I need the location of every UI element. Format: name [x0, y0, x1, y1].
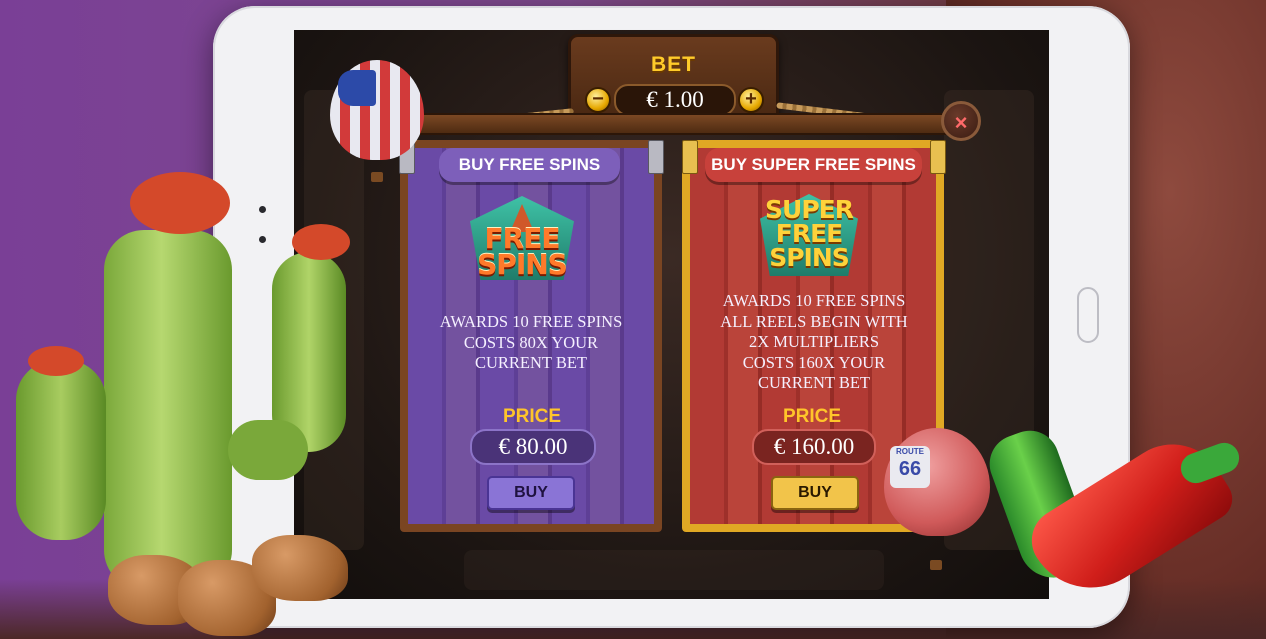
- tablet-home-button: [1077, 287, 1099, 343]
- bet-title: BET: [651, 53, 696, 76]
- desc-line: CURRENT BET: [475, 353, 587, 372]
- bet-sign: BET − € 1.00 +: [568, 34, 779, 120]
- buy-free-spins-title: BUY FREE SPINS: [439, 148, 620, 182]
- logo-text-spins: SPINS: [477, 248, 568, 281]
- desc-line: 2x MULTIPLIERS: [748, 332, 880, 351]
- desc-line: COSTS 160x YOUR: [742, 352, 886, 372]
- free-spins-description: AWARDS 10 FREE SPINS COSTS 80x YOUR CURR…: [420, 312, 642, 374]
- stars-patch: [338, 70, 376, 106]
- hot-air-balloon-flag-icon: [330, 60, 424, 160]
- cactus-flower-icon: [130, 172, 230, 234]
- promo-stage: BET − € 1.00 + BUY FREE SPINS FREE SPINS…: [0, 0, 1266, 639]
- bet-decrease-button[interactable]: −: [585, 87, 611, 113]
- super-free-spins-logo-icon: SUPER FREE SPINS: [760, 194, 858, 276]
- super-free-spins-description: AWARDS 10 FREE SPINS ALL REELS BEGIN WIT…: [700, 291, 928, 394]
- tablet-camera-dot: [259, 206, 266, 213]
- super-free-spins-price: € 160.00: [752, 429, 876, 465]
- close-icon[interactable]: ×: [941, 101, 981, 141]
- route-label: ROUTE: [896, 447, 924, 456]
- buy-super-free-spins-button[interactable]: BUY: [771, 476, 859, 510]
- balloon-basket: [930, 560, 942, 570]
- hinge-icon: [648, 140, 664, 174]
- hot-air-balloon-route66-icon: ROUTE 66: [884, 428, 990, 536]
- bet-increase-button[interactable]: +: [738, 87, 764, 113]
- buy-super-free-spins-title: BUY SUPER FREE SPINS: [705, 148, 922, 182]
- cactus-flower-icon: [292, 224, 350, 260]
- reel-ghost-bottom: [464, 550, 884, 590]
- bet-value: € 1.00: [614, 84, 736, 116]
- super-free-spins-price-label: PRICE: [782, 406, 842, 427]
- cactus-main-icon: [104, 230, 232, 590]
- free-spins-price: € 80.00: [470, 429, 596, 465]
- cactus-joint: [228, 420, 308, 480]
- route-number: 66: [898, 458, 922, 480]
- hinge-icon: [930, 140, 946, 174]
- cactus-flower-icon: [28, 346, 84, 376]
- desc-line: AWARDS 10 FREE SPINS: [722, 291, 906, 310]
- free-spins-price-label: PRICE: [502, 406, 562, 427]
- balloon-basket: [371, 172, 383, 182]
- free-spins-logo-icon: FREE SPINS: [470, 196, 574, 280]
- desc-line: AWARDS 10 FREE SPINS: [439, 312, 623, 331]
- buy-free-spins-button[interactable]: BUY: [487, 476, 575, 510]
- logo-text-spins: SPINS: [769, 243, 850, 272]
- wooden-beam: [398, 113, 950, 135]
- desc-line: CURRENT BET: [758, 373, 870, 392]
- cactus-left-arm-icon: [16, 360, 106, 540]
- route-66-shield: ROUTE 66: [890, 446, 930, 488]
- hinge-icon: [682, 140, 698, 174]
- desc-line: COSTS 80x YOUR: [463, 332, 599, 352]
- desc-line: ALL REELS BEGIN WITH: [720, 311, 908, 331]
- rock-icon: [252, 535, 348, 601]
- tablet-sensor-dot: [259, 236, 266, 243]
